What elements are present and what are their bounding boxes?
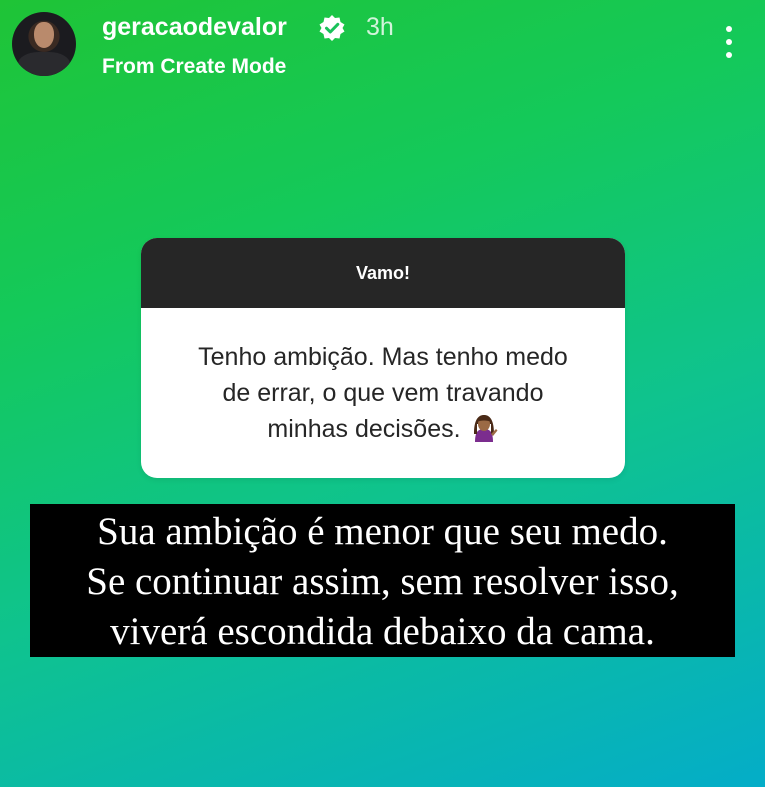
avatar-face [34, 22, 54, 48]
verified-badge-icon [319, 15, 345, 41]
username-link[interactable]: geracaodevalor [102, 12, 287, 42]
profile-avatar[interactable] [12, 12, 76, 76]
create-mode-label[interactable]: From Create Mode [102, 54, 286, 80]
story-caption: Sua ambição é menor que seu medo. Se con… [30, 504, 735, 657]
post-time: 3h [366, 13, 394, 41]
more-vertical-icon-dot [726, 39, 732, 45]
story-header: geracaodevalor 3h From Create Mode [0, 0, 765, 90]
woman-tipping-hand-emoji-icon [473, 415, 498, 442]
avatar-shirt [18, 52, 70, 76]
question-answer: Tenho ambição. Mas tenho medo de errar, … [141, 308, 625, 478]
answer-text: Tenho ambição. Mas tenho medo de errar, … [198, 343, 568, 443]
question-sticker[interactable]: Vamo! Tenho ambição. Mas tenho medo de e… [141, 238, 625, 478]
more-vertical-icon-dot [726, 26, 732, 32]
more-options-button[interactable] [714, 22, 744, 62]
more-vertical-icon-dot [726, 52, 732, 58]
question-title: Vamo! [141, 238, 625, 308]
